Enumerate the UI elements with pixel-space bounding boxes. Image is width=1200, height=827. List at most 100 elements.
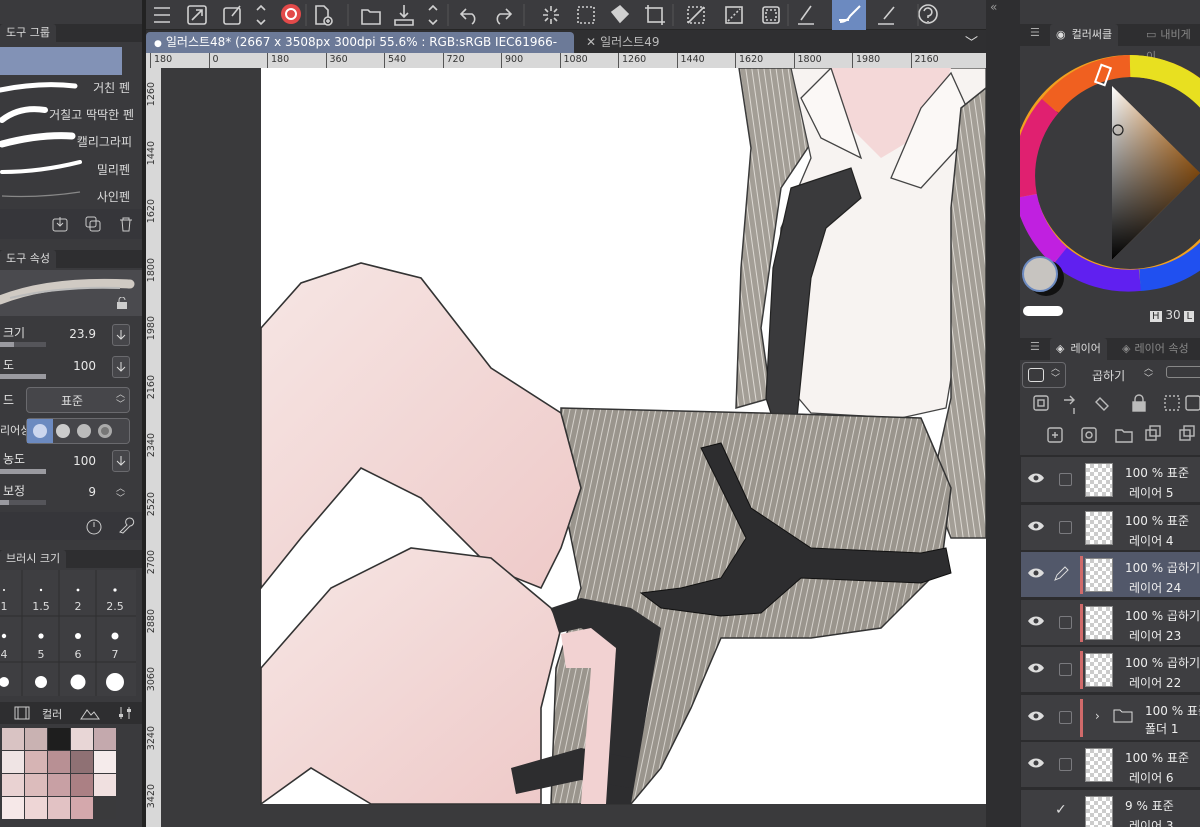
checkbox[interactable]	[1059, 473, 1072, 486]
brush-tool-icon[interactable]	[832, 0, 866, 30]
brush-item[interactable]: 거친 펜	[0, 76, 142, 98]
layer-opacity-slider[interactable]	[1166, 366, 1200, 378]
new-file-icon[interactable]	[312, 0, 338, 30]
blend-select[interactable]: 표준 ︿ ﹀	[26, 387, 130, 413]
tab-brush-size[interactable]: 브러시 크기	[0, 550, 67, 568]
tab-layer-property[interactable]: ◈ 레이어 속성	[1116, 338, 1195, 360]
checkbox[interactable]	[1059, 663, 1072, 676]
color-swatch[interactable]	[94, 774, 116, 796]
collapse-icon[interactable]: «	[990, 0, 997, 14]
stabilization-row[interactable]: 보정 9 ︿ ﹀	[0, 480, 142, 510]
trash-icon[interactable]	[118, 216, 134, 232]
color-swatch[interactable]	[25, 751, 47, 773]
color-swatch[interactable]	[71, 728, 93, 750]
updown-icon[interactable]: ︿ ﹀	[1144, 364, 1153, 384]
tab-document[interactable]: ✕ 일러스트49	[578, 32, 690, 53]
eye-icon[interactable]	[1027, 661, 1045, 678]
color-swatch[interactable]	[25, 774, 47, 796]
redo-icon[interactable]	[496, 0, 522, 30]
blend-row[interactable]: 드 표준 ︿ ﹀	[0, 386, 142, 414]
tab-document-active[interactable]: ● 일러스트48* (2667 x 3508px 300dpi 55.6% : R…	[146, 32, 574, 71]
density-dropdown[interactable]	[112, 450, 130, 472]
cloud-icon[interactable]	[278, 0, 306, 30]
density-row[interactable]: 농도 100	[0, 448, 142, 478]
menu-icon[interactable]: ☰	[1030, 340, 1040, 353]
dial-icon[interactable]	[85, 517, 103, 535]
layer-row[interactable]: › 100 % 표준폴더 1	[1021, 694, 1200, 741]
checkbox[interactable]	[1059, 758, 1072, 771]
eye-icon[interactable]	[1027, 566, 1045, 583]
opacity-value[interactable]: 100	[50, 359, 96, 373]
brush-item[interactable]: 거칠고 딱딱한 펜	[0, 102, 142, 126]
chevron-right-icon[interactable]: ›	[1095, 709, 1100, 723]
color-swatch[interactable]	[94, 728, 116, 750]
checkbox[interactable]	[1059, 520, 1072, 534]
color-swatch[interactable]	[2, 728, 24, 750]
density-value[interactable]: 100	[50, 454, 96, 468]
color-swatch[interactable]	[2, 797, 24, 819]
opacity-row[interactable]: 도 100	[0, 354, 142, 384]
aa-levels-icon[interactable]	[55, 423, 131, 439]
density-slider[interactable]	[0, 469, 46, 474]
open-icon[interactable]	[358, 0, 384, 30]
mountain-icon[interactable]	[80, 706, 100, 720]
color-swatch[interactable]	[48, 797, 70, 819]
check-icon[interactable]: ✓	[1055, 802, 1067, 818]
color-swatch[interactable]	[25, 728, 47, 750]
color-swatch[interactable]	[71, 751, 93, 773]
layer-row[interactable]: 100 % 곱하기 레이어 24	[1021, 552, 1200, 598]
layer-row[interactable]: 100 % 표준 레이어 5	[1021, 457, 1200, 503]
color-swatch[interactable]	[25, 797, 47, 819]
tool-group-selected-bar[interactable]	[0, 47, 122, 75]
tab-navigator[interactable]: ▭ 내비게이	[1140, 24, 1200, 63]
aa-options[interactable]	[26, 418, 130, 444]
opacity-slider[interactable]	[0, 374, 46, 379]
help-icon[interactable]	[916, 0, 942, 30]
checkbox[interactable]	[1059, 615, 1072, 629]
layer-blend-mode[interactable]: 곱하기	[1092, 367, 1125, 384]
color-swatch[interactable]	[2, 751, 24, 773]
undo-icon[interactable]	[456, 0, 482, 30]
save-icon[interactable]	[392, 0, 418, 30]
color-swatch[interactable]	[2, 774, 24, 796]
color-swatch[interactable]	[48, 728, 70, 750]
pen-icon[interactable]	[1053, 566, 1069, 585]
close-icon[interactable]: ✕	[586, 35, 596, 49]
color-swatch-grid[interactable]	[0, 726, 142, 827]
color-swatch[interactable]	[94, 797, 116, 819]
stabilization-value[interactable]: 9	[50, 485, 96, 499]
layer-row[interactable]: 100 % 곱하기 레이어 22	[1021, 647, 1200, 693]
color-swatch[interactable]	[48, 774, 70, 796]
duplicate-icon[interactable]	[85, 216, 101, 232]
color-swatch[interactable]	[71, 797, 93, 819]
color-swatch[interactable]	[94, 751, 116, 773]
layer-row[interactable]: 100 % 곱하기 레이어 23	[1021, 599, 1200, 646]
fit-icon[interactable]	[182, 0, 212, 30]
tab-color-set[interactable]: 컬러	[42, 706, 62, 722]
eye-icon[interactable]	[1027, 709, 1045, 726]
menu-icon[interactable]: ☰	[1030, 26, 1040, 39]
size-slider[interactable]	[0, 342, 46, 347]
checkbox[interactable]	[1059, 710, 1072, 724]
fill-icon[interactable]	[608, 0, 634, 30]
eye-icon[interactable]	[1027, 756, 1045, 773]
opacity-dropdown[interactable]	[112, 356, 130, 378]
size-row[interactable]: 크기 23.9	[0, 322, 142, 352]
import-icon[interactable]	[52, 216, 68, 232]
chevron-down-icon[interactable]: ﹀	[965, 32, 978, 51]
lock-icon[interactable]	[116, 297, 128, 309]
stabilization-slider[interactable]	[0, 500, 46, 505]
aa-row[interactable]: 리어싱	[0, 416, 142, 446]
sliders-icon[interactable]	[118, 706, 132, 720]
updown-icon[interactable]: ︿ ﹀	[116, 484, 125, 504]
color-swatch[interactable]	[71, 774, 93, 796]
aa-none-icon[interactable]	[27, 419, 53, 443]
brush-item[interactable]: 사인펜	[0, 182, 142, 204]
brush-item[interactable]: 밀리펜	[0, 156, 142, 178]
tab-tool-property[interactable]: 도구 속성	[0, 250, 56, 268]
layer-row[interactable]: ✓ 9 % 표준 레이어 3	[1021, 789, 1200, 827]
size-dropdown[interactable]	[112, 324, 130, 346]
eye-icon[interactable]	[1027, 471, 1045, 488]
color-wheel[interactable]	[1020, 46, 1200, 316]
transform-icon[interactable]	[218, 0, 246, 30]
